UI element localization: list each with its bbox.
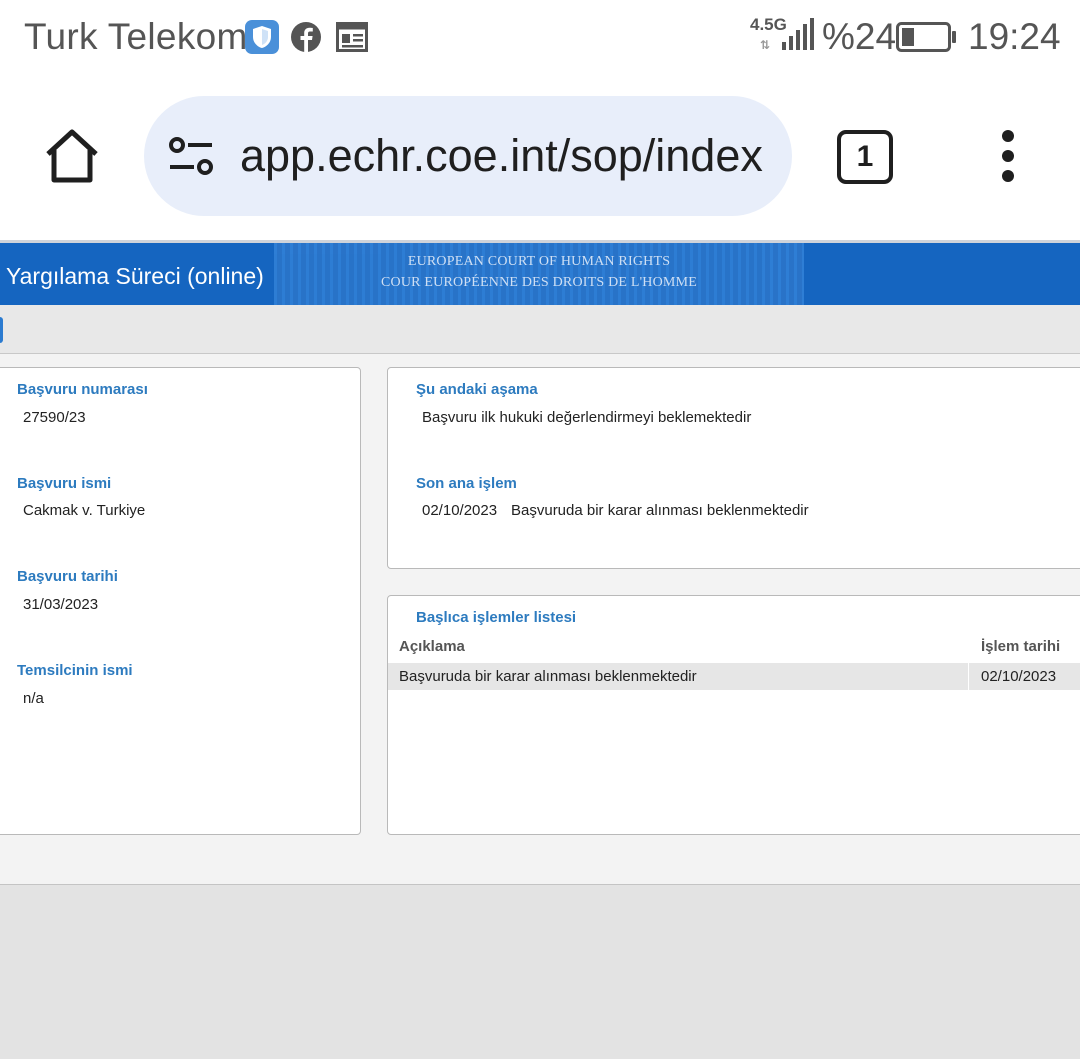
- last-action-text: Başvuruda bir karar alınması beklenmekte…: [511, 502, 809, 519]
- toolbar-tab-button[interactable]: [0, 317, 3, 343]
- battery-icon: [896, 22, 956, 52]
- tab-switcher-button[interactable]: 1: [837, 130, 893, 184]
- last-action-date: 02/10/2023: [422, 502, 498, 519]
- column-divider: [968, 663, 969, 690]
- application-date-label: Başvuru tarihi: [17, 568, 118, 585]
- page-toolbar: [0, 305, 1080, 354]
- clock: 19:24: [968, 16, 1061, 57]
- home-icon[interactable]: [42, 126, 102, 186]
- application-number-label: Başvuru numarası: [17, 381, 148, 398]
- application-name-value: Cakmak v. Turkiye: [23, 502, 146, 519]
- more-menu-icon[interactable]: [996, 130, 1020, 184]
- carrier-name: Turk Telekom: [24, 16, 248, 57]
- main-actions-panel: Başlıca işlemler listesi Açıklama İşlem …: [387, 595, 1080, 835]
- page-header: Yargılama Süreci (online) EUROPEAN COURT…: [0, 243, 1080, 305]
- browser-toolbar: app.echr.coe.int/sop/index 1: [0, 76, 1080, 240]
- current-stage-label: Şu andaki aşama: [416, 381, 538, 398]
- application-name-label: Başvuru ismi: [17, 475, 112, 492]
- status-bar: Turk Telekom 4.5G ⇅ %24 19:24: [0, 0, 1080, 76]
- address-bar[interactable]: app.echr.coe.int/sop/index: [144, 96, 792, 216]
- column-header-action-date[interactable]: İşlem tarihi: [981, 638, 1060, 655]
- facebook-icon: [291, 22, 321, 52]
- representative-name-value: n/a: [23, 690, 44, 707]
- application-date-value: 31/03/2023: [23, 596, 99, 613]
- news-icon: [336, 22, 368, 52]
- column-header-description[interactable]: Açıklama: [399, 638, 465, 655]
- site-settings-icon[interactable]: [168, 136, 216, 176]
- table-row[interactable]: Başvuruda bir karar alınması beklenmekte…: [388, 663, 1080, 690]
- row-action-date: 02/10/2023: [981, 668, 1057, 685]
- shield-icon: [245, 20, 279, 54]
- banner-line-french: COUR EUROPÉENNE DES DROITS DE L'HOMME: [381, 275, 697, 290]
- actions-list-title: Başlıca işlemler listesi: [416, 609, 577, 626]
- signal-icon: [782, 18, 814, 50]
- battery-percent: %24: [822, 16, 897, 57]
- current-stage-value: Başvuru ilk hukuki değerlendirmeyi bekle…: [422, 409, 752, 426]
- current-status-panel: Şu andaki aşama Başvuru ilk hukuki değer…: [387, 367, 1080, 569]
- data-arrows-icon: ⇅: [760, 38, 771, 52]
- court-banner: EUROPEAN COURT OF HUMAN RIGHTS COUR EURO…: [274, 243, 804, 305]
- last-action-label: Son ana işlem: [416, 475, 517, 492]
- application-details-panel: Başvuru numarası 27590/23 Başvuru ismi C…: [0, 367, 361, 835]
- application-number-value: 27590/23: [23, 409, 86, 426]
- url-text[interactable]: app.echr.coe.int/sop/index: [240, 130, 766, 182]
- banner-line-english: EUROPEAN COURT OF HUMAN RIGHTS: [407, 254, 671, 269]
- representative-name-label: Temsilcinin ismi: [17, 662, 133, 679]
- page-title: Yargılama Süreci (online): [6, 263, 264, 289]
- row-description: Başvuruda bir karar alınması beklenmekte…: [399, 668, 697, 685]
